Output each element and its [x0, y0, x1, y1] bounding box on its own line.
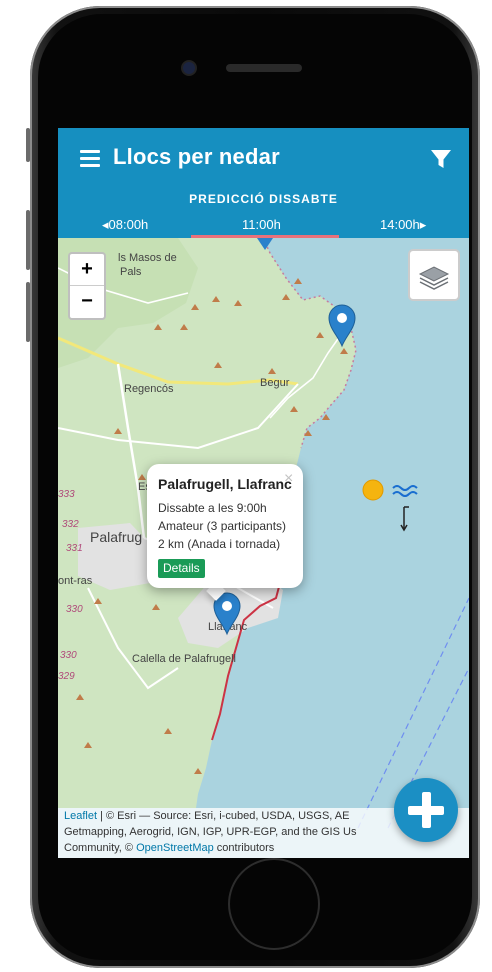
popup-title: Palafrugell, Llafranc: [158, 476, 292, 492]
place-label: Begur: [260, 377, 290, 389]
menu-icon[interactable]: [80, 150, 100, 168]
place-label: Regencós: [124, 383, 174, 395]
layers-icon: [418, 266, 450, 290]
attribution-text: contributors: [213, 842, 275, 854]
elevation-label: 333: [58, 489, 75, 500]
volume-up-button: [26, 210, 30, 270]
earpiece-speaker: [226, 64, 302, 72]
front-camera: [183, 62, 195, 74]
zoom-control: + −: [68, 252, 106, 320]
popup-level: Amateur (3 participants): [158, 519, 287, 533]
popup-distance: 2 km (Anada i tornada): [158, 537, 281, 551]
app-title: Llocs per nedar: [113, 144, 280, 169]
place-label: ont-ras: [58, 575, 93, 587]
elevation-label: 332: [62, 519, 79, 530]
place-label: Palafrug: [90, 529, 142, 545]
volume-down-button: [26, 282, 30, 342]
elevation-label: 329: [58, 671, 75, 682]
sun-icon: [362, 479, 384, 501]
attribution-line-3: Community, © OpenStreetMap contributors: [64, 840, 463, 856]
place-label: Pals: [120, 266, 142, 278]
elevation-label: 330: [60, 650, 77, 661]
previous-time-tab[interactable]: ◂08:00h: [102, 217, 148, 233]
zoom-out-button[interactable]: −: [70, 286, 104, 317]
app-bar: Llocs per nedar PREDICCIÓ DISSABTE ◂08:0…: [58, 128, 469, 238]
place-label: ls Masos de: [118, 252, 177, 264]
current-time-tab[interactable]: 11:00h: [242, 217, 281, 232]
osm-link[interactable]: OpenStreetMap: [136, 842, 214, 854]
place-label: Calella de Palafrugell: [132, 653, 236, 665]
popup-date: Dissabte a les 9:00h: [158, 501, 267, 515]
forecast-title: PREDICCIÓ DISSABTE: [189, 192, 338, 206]
next-time-tab[interactable]: 14:00h▸: [380, 217, 426, 233]
location-popup: Palafrugell, Llafranc × Dissabte a les 9…: [147, 464, 303, 588]
layers-button[interactable]: [408, 249, 460, 301]
elevation-label: 330: [66, 604, 83, 615]
home-button[interactable]: [228, 858, 320, 950]
add-location-button[interactable]: [394, 778, 458, 842]
attribution-text: | © Esri — Source: Esri, i-cubed, USDA, …: [97, 810, 350, 822]
details-button[interactable]: Details: [158, 559, 205, 578]
popup-close-button[interactable]: ×: [284, 470, 293, 488]
zoom-in-button[interactable]: +: [70, 254, 104, 286]
elevation-label: 331: [66, 543, 83, 554]
leaflet-link[interactable]: Leaflet: [64, 810, 97, 822]
attribution-text: Community, ©: [64, 842, 137, 854]
filter-icon[interactable]: [430, 148, 452, 170]
mute-switch: [26, 128, 30, 162]
app-screen: Llocs per nedar PREDICCIÓ DISSABTE ◂08:0…: [58, 128, 469, 858]
